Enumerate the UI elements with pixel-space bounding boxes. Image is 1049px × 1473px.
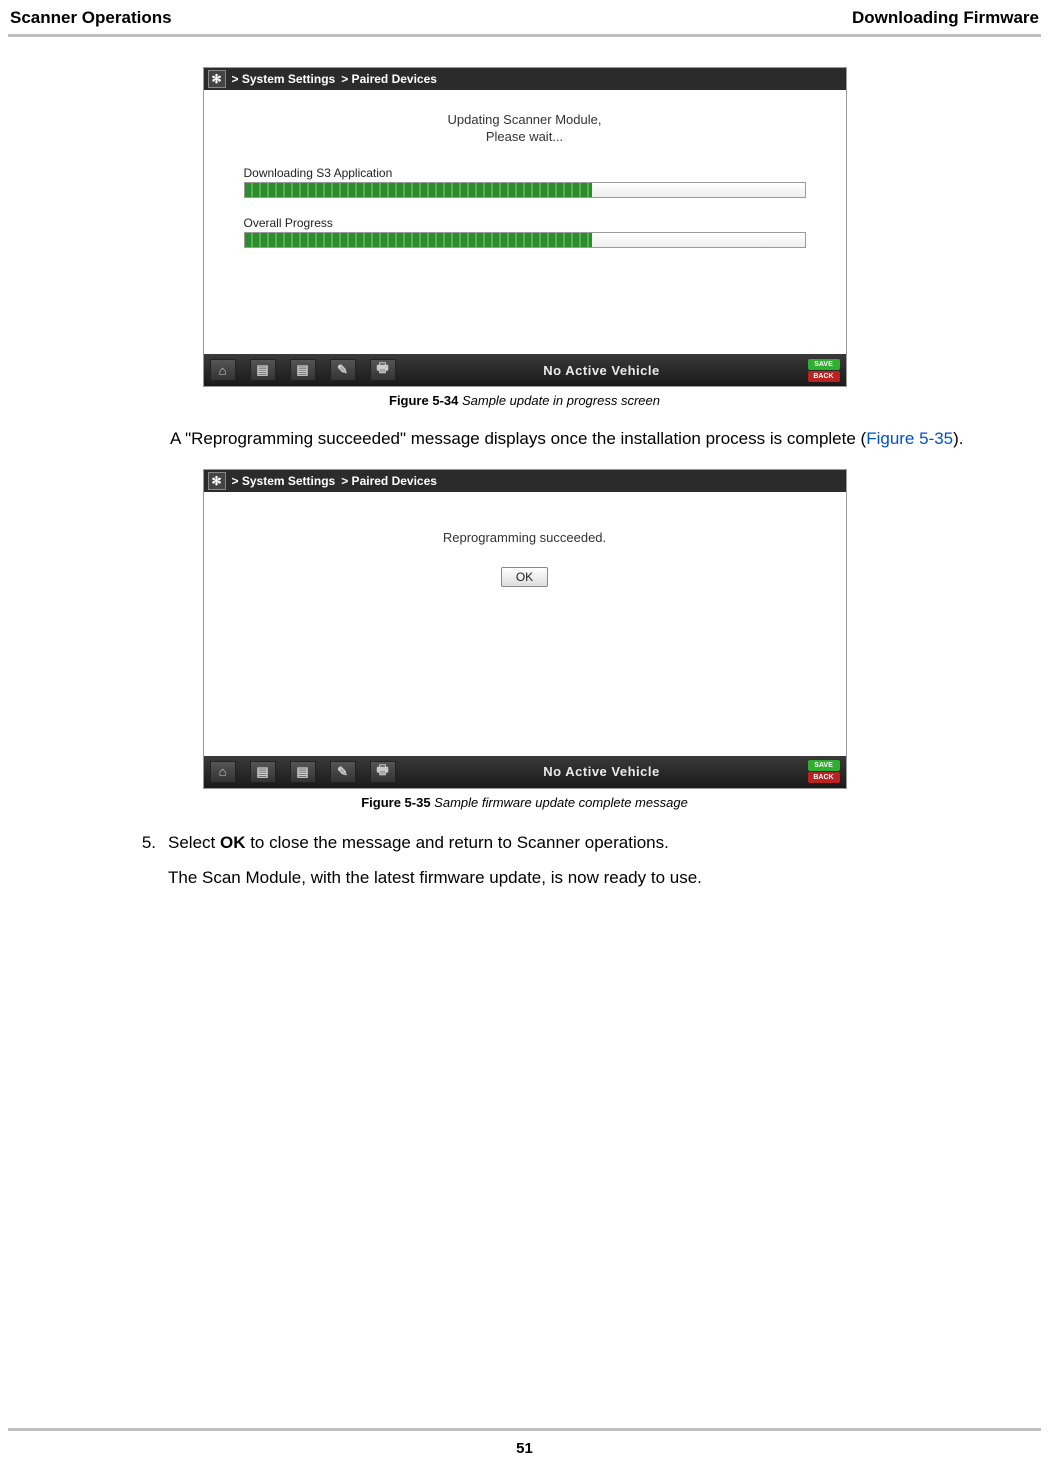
caption-bold: Figure 5-34 bbox=[389, 393, 462, 408]
header-left: Scanner Operations bbox=[10, 8, 172, 28]
screenshot-bottom-toolbar: ⌂ ▤ ▤ ✎ 🖶 No Active Vehicle SAVE BACK bbox=[204, 354, 846, 386]
screenshot2-breadcrumb-bar: ✻ > System Settings > Paired Devices bbox=[204, 470, 846, 492]
toolbar-icon-4[interactable]: ✎ bbox=[330, 761, 356, 783]
screenshot-update-complete: ✻ > System Settings > Paired Devices Rep… bbox=[203, 469, 847, 789]
figure-5-34-caption: Figure 5-34 Sample update in progress sc… bbox=[203, 393, 847, 408]
paragraph-reprogramming: A "Reprogramming succeeded" message disp… bbox=[170, 428, 989, 451]
breadcrumb-system-settings[interactable]: > System Settings bbox=[232, 474, 336, 488]
toolbar-icon-2[interactable]: ▤ bbox=[250, 761, 276, 783]
gear-icon[interactable]: ✻ bbox=[208, 70, 226, 88]
vehicle-status: No Active Vehicle bbox=[410, 363, 794, 378]
step5-text-b: to close the message and return to Scann… bbox=[245, 833, 668, 852]
progress2-label: Overall Progress bbox=[244, 216, 806, 230]
gear-icon[interactable]: ✻ bbox=[208, 472, 226, 490]
page-number: 51 bbox=[0, 1440, 1049, 1457]
progress1-label: Downloading S3 Application bbox=[244, 166, 806, 180]
screenshot-update-progress: ✻ > System Settings > Paired Devices Upd… bbox=[203, 67, 847, 387]
step5-ok-bold: OK bbox=[220, 833, 246, 852]
toolbar-icon-5[interactable]: 🖶 bbox=[370, 359, 396, 381]
figure-5-35-caption: Figure 5-35 Sample firmware update compl… bbox=[203, 795, 847, 810]
figure-5-35: ✻ > System Settings > Paired Devices Rep… bbox=[203, 469, 847, 810]
save-pill[interactable]: SAVE bbox=[808, 760, 840, 771]
caption2-bold: Figure 5-35 bbox=[361, 795, 434, 810]
toolbar-icon-2[interactable]: ▤ bbox=[250, 359, 276, 381]
para1-a: A "Reprogramming succeeded" message disp… bbox=[170, 429, 866, 448]
figure-link-5-35[interactable]: Figure 5-35 bbox=[866, 429, 953, 448]
step-5-sub: The Scan Module, with the latest firmwar… bbox=[168, 865, 988, 891]
breadcrumb-system-settings[interactable]: > System Settings bbox=[232, 72, 336, 86]
ok-button[interactable]: OK bbox=[501, 567, 548, 587]
toolbar-icon-3[interactable]: ▤ bbox=[290, 761, 316, 783]
caption2-italic: Sample firmware update complete message bbox=[434, 795, 688, 810]
back-pill[interactable]: BACK bbox=[808, 772, 840, 783]
home-icon[interactable]: ⌂ bbox=[210, 359, 236, 381]
figure-5-34: ✻ > System Settings > Paired Devices Upd… bbox=[203, 67, 847, 408]
screenshot-breadcrumb-bar: ✻ > System Settings > Paired Devices bbox=[204, 68, 846, 90]
home-icon[interactable]: ⌂ bbox=[210, 761, 236, 783]
footer-rule bbox=[8, 1428, 1041, 1431]
para1-b: ). bbox=[953, 429, 963, 448]
toolbar-icon-3[interactable]: ▤ bbox=[290, 359, 316, 381]
vehicle-status: No Active Vehicle bbox=[410, 764, 794, 779]
caption-italic: Sample update in progress screen bbox=[462, 393, 660, 408]
breadcrumb-paired-devices[interactable]: > Paired Devices bbox=[341, 474, 437, 488]
breadcrumb-paired-devices[interactable]: > Paired Devices bbox=[341, 72, 437, 86]
save-pill[interactable]: SAVE bbox=[808, 359, 840, 370]
progress1-bar bbox=[244, 182, 806, 198]
progress2-bar bbox=[244, 232, 806, 248]
step-5-number: 5. bbox=[132, 830, 156, 856]
step5-text-a: Select bbox=[168, 833, 220, 852]
status-text-succeeded: Reprogramming succeeded. bbox=[244, 530, 806, 547]
toolbar-icon-5[interactable]: 🖶 bbox=[370, 761, 396, 783]
status-text-line1: Updating Scanner Module, bbox=[244, 112, 806, 129]
step-5: 5. Select OK to close the message and re… bbox=[132, 830, 989, 856]
toolbar-icon-4[interactable]: ✎ bbox=[330, 359, 356, 381]
screenshot2-bottom-toolbar: ⌂ ▤ ▤ ✎ 🖶 No Active Vehicle SAVE BACK bbox=[204, 756, 846, 788]
header-right: Downloading Firmware bbox=[852, 8, 1039, 28]
status-text-line2: Please wait... bbox=[244, 129, 806, 146]
back-pill[interactable]: BACK bbox=[808, 371, 840, 382]
step-5-text: Select OK to close the message and retur… bbox=[168, 830, 669, 856]
